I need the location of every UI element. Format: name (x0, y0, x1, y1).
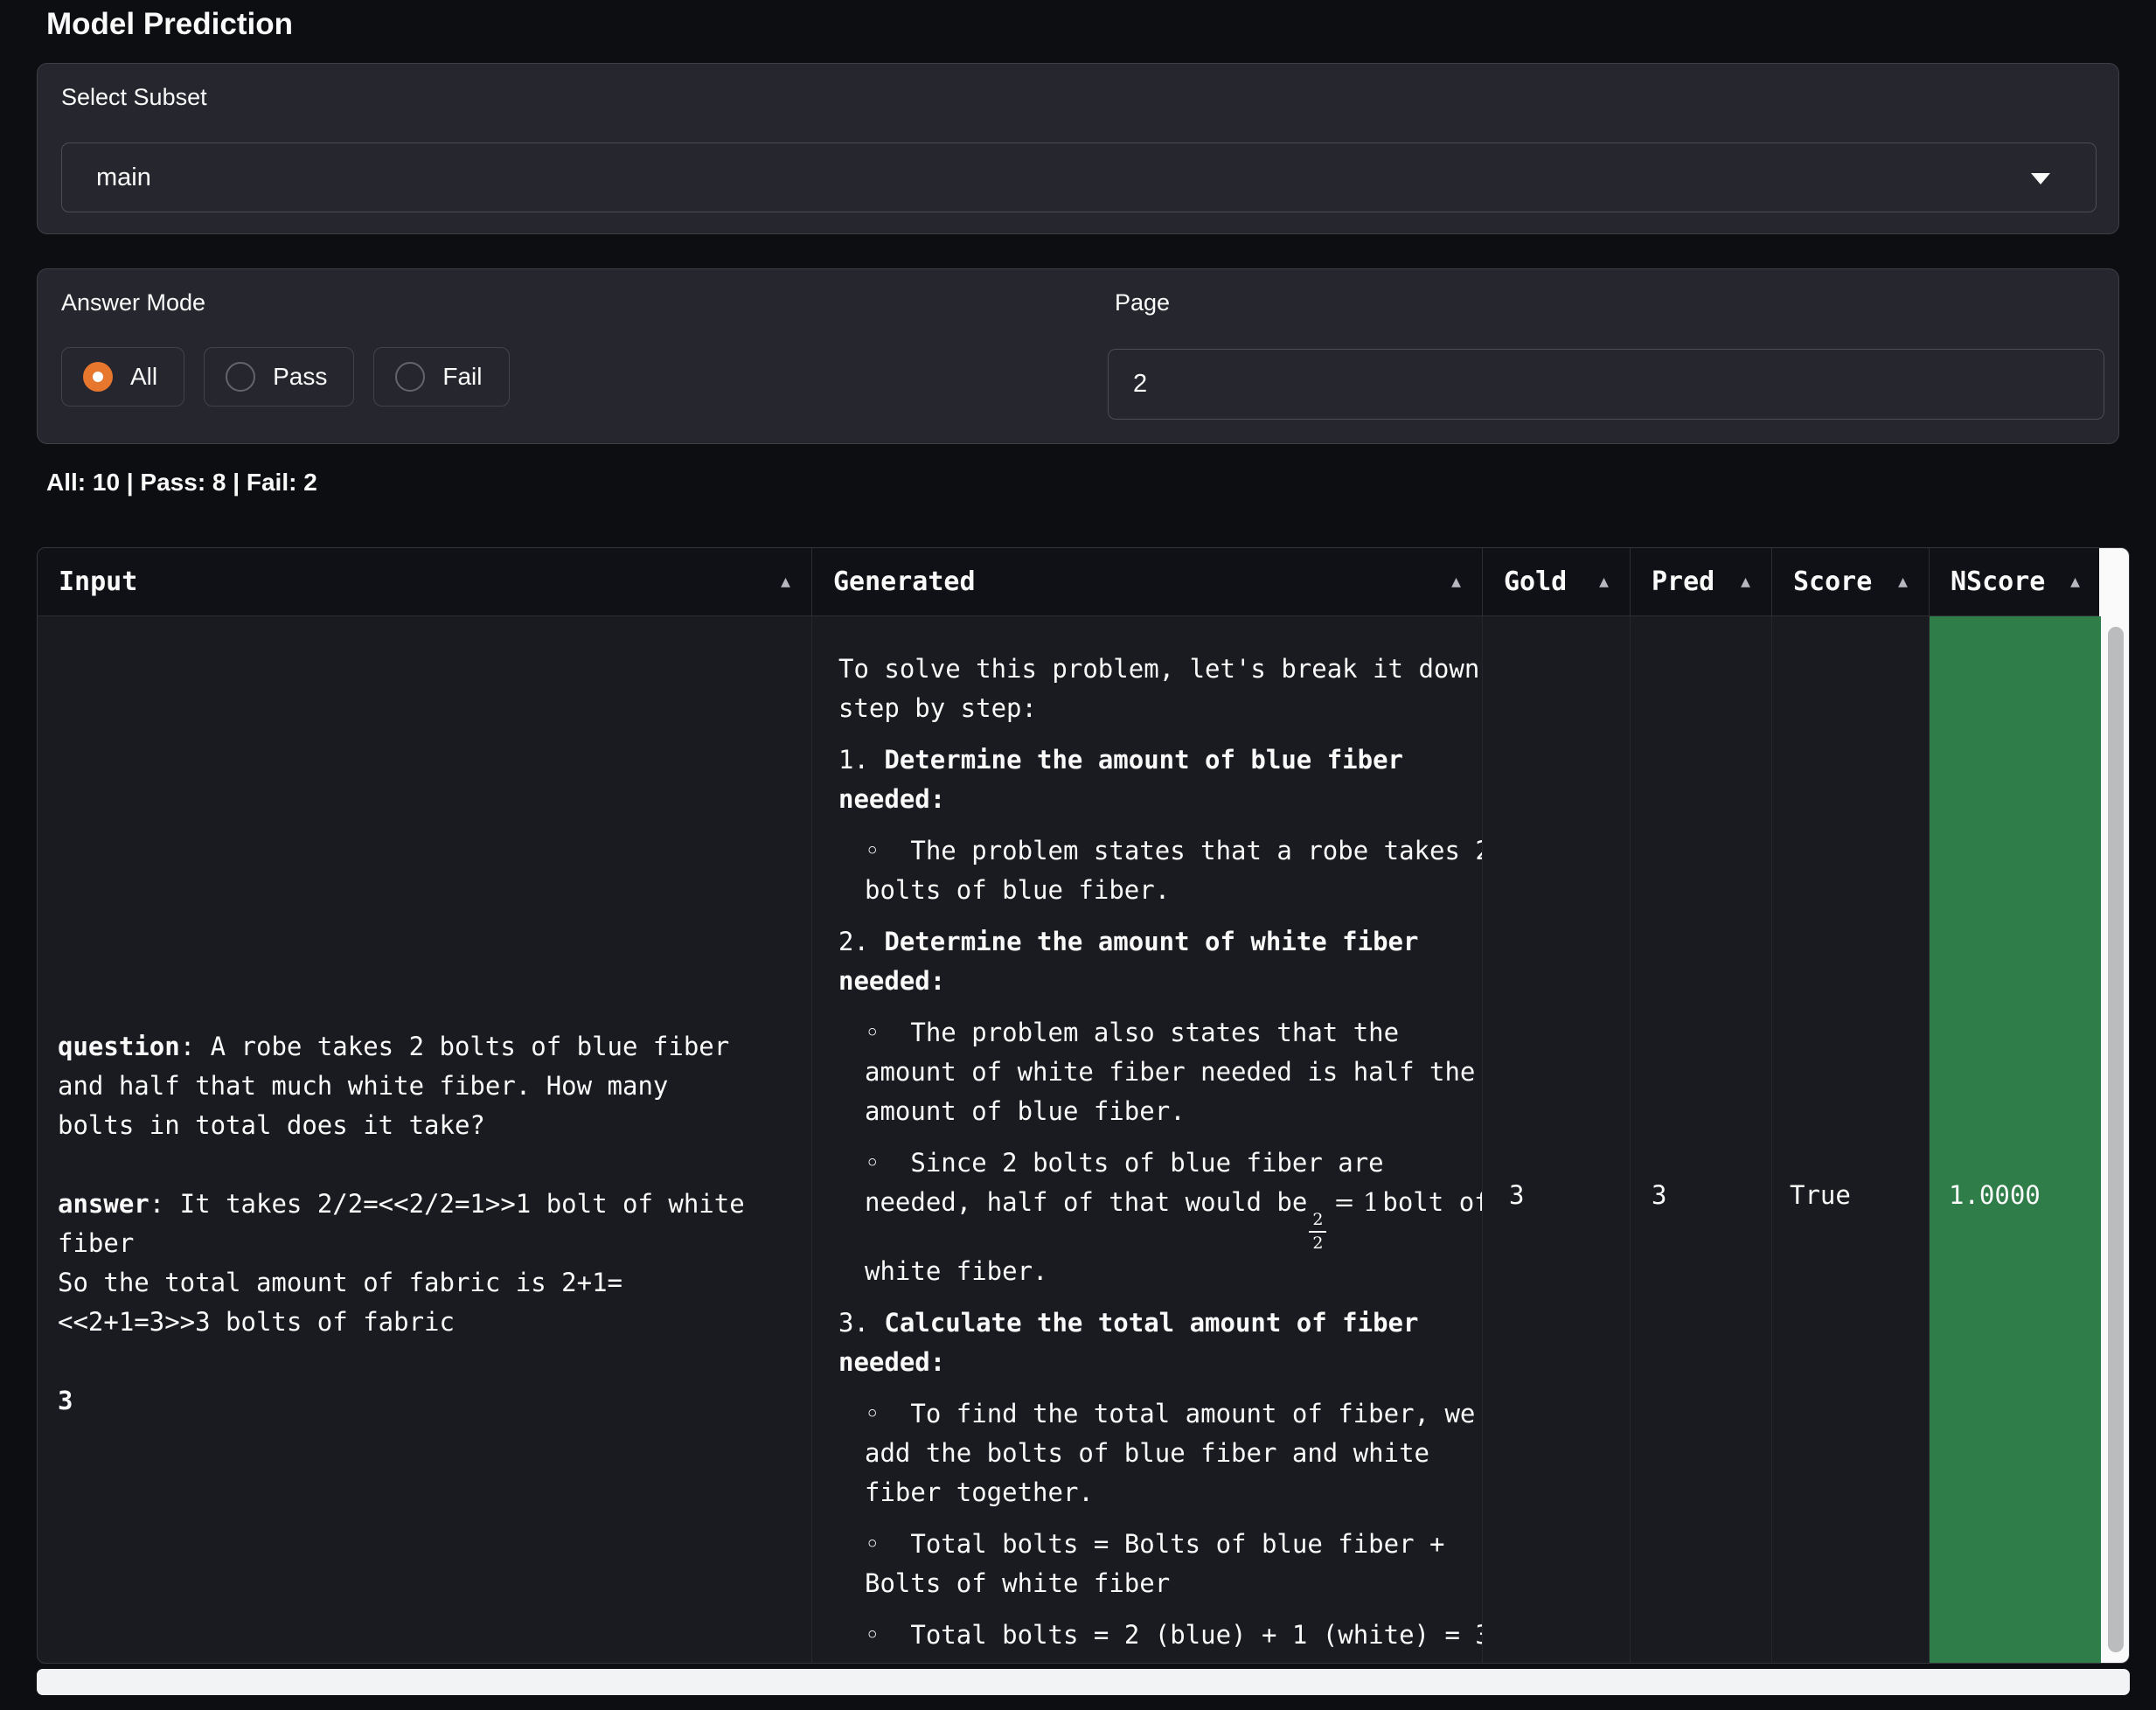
column-header-score[interactable]: Score ▲ (1772, 548, 1930, 616)
cell-input[interactable]: question: A robe takes 2 bolts of blue f… (38, 616, 812, 1663)
vertical-scrollbar-track[interactable] (2099, 548, 2129, 616)
bullet-item-math: Since 2 bolts of blue fiber are needed, … (838, 1143, 1483, 1291)
column-header-label: Generated (833, 567, 976, 597)
controls-panel: Answer Mode All Pass Fail Page 2 (37, 268, 2119, 444)
scrollbar-thumb[interactable] (2108, 627, 2124, 1652)
radio-option-label: All (130, 363, 157, 391)
radio-option-all[interactable]: All (61, 347, 184, 407)
column-header-label: Input (59, 567, 137, 597)
answer-mode-radiogroup: All Pass Fail (61, 347, 510, 407)
fraction: 22 (1309, 1212, 1326, 1252)
step-heading: 3. Calculate the total amount of fiber n… (838, 1303, 1483, 1382)
cell-gold[interactable]: 3 (1483, 616, 1631, 1663)
radio-option-label: Pass (273, 363, 327, 391)
question-label: question (58, 1032, 180, 1061)
subset-panel: Select Subset main (37, 63, 2119, 234)
bullet-item: The problem also states that the amount … (838, 1013, 1483, 1131)
page-input-value: 2 (1133, 370, 1147, 399)
step-heading: 2. Determine the amount of white fiber n… (838, 922, 1483, 1001)
bullet-item: Total bolts = Bolts of blue fiber + Bolt… (838, 1525, 1483, 1603)
subset-select[interactable]: main (61, 142, 2097, 212)
gold-value: 3 (1509, 1180, 1524, 1210)
subset-selected-value: main (96, 163, 151, 192)
question-block: question: A robe takes 2 bolts of blue f… (58, 1027, 754, 1145)
answer-block: answer: It takes 2/2=<<2/2=1>>1 bolt of … (58, 1185, 754, 1342)
column-header-label: Pred (1652, 567, 1714, 597)
answer-mode-label: Answer Mode (61, 289, 205, 316)
sort-icon[interactable]: ▲ (1599, 573, 1609, 591)
radio-unselected-icon (395, 362, 425, 392)
column-header-input[interactable]: Input ▲ (38, 548, 812, 616)
pred-value: 3 (1652, 1180, 1666, 1210)
nscore-value: 1.0000 (1949, 1180, 2041, 1210)
horizontal-scrollbar[interactable] (37, 1669, 2130, 1695)
cell-pred[interactable]: 3 (1631, 616, 1772, 1663)
radio-option-fail[interactable]: Fail (373, 347, 509, 407)
radio-unselected-icon (226, 362, 255, 392)
answer-label: answer (58, 1189, 150, 1219)
sort-icon[interactable]: ▲ (781, 573, 790, 591)
page-input[interactable]: 2 (1108, 349, 2104, 420)
stats-line: All: 10 | Pass: 8 | Fail: 2 (46, 469, 317, 497)
cell-nscore[interactable]: 1.0000 (1930, 616, 2101, 1663)
sort-icon[interactable]: ▲ (1898, 573, 1908, 591)
column-header-label: Score (1793, 567, 1872, 597)
column-header-label: Gold (1504, 567, 1567, 597)
cell-generated[interactable]: To solve this problem, let's break it do… (812, 616, 1483, 1663)
bullet-item: The problem states that a robe takes 2 b… (838, 831, 1483, 910)
sort-icon[interactable]: ▲ (2070, 573, 2080, 591)
step-heading: 1. Determine the amount of blue fiber ne… (838, 740, 1483, 819)
bullet-item: To find the total amount of fiber, we ad… (838, 1394, 1483, 1512)
page-title: Model Prediction (46, 7, 293, 42)
radio-option-pass[interactable]: Pass (204, 347, 354, 407)
sort-icon[interactable]: ▲ (1451, 573, 1461, 591)
radio-selected-icon (83, 362, 113, 392)
table-body-row: question: A robe takes 2 bolts of blue f… (38, 616, 2129, 1663)
bullet-item: Total bolts = 2 (blue) + 1 (white) = 3 b… (838, 1616, 1483, 1663)
chevron-down-icon (2031, 173, 2050, 184)
column-header-generated[interactable]: Generated ▲ (812, 548, 1483, 616)
page-label: Page (1115, 289, 1170, 316)
vertical-scrollbar[interactable] (2101, 616, 2130, 1663)
answer-text-line2: So the total amount of fabric is 2+1= (58, 1263, 754, 1303)
final-answer: 3 (58, 1381, 754, 1421)
column-header-gold[interactable]: Gold ▲ (1483, 548, 1631, 616)
score-value: True (1790, 1180, 1851, 1210)
column-header-nscore[interactable]: NScore ▲ (1930, 548, 2101, 616)
generated-intro: To solve this problem, let's break it do… (838, 650, 1483, 728)
sort-icon[interactable]: ▲ (1741, 573, 1750, 591)
cell-score[interactable]: True (1772, 616, 1930, 1663)
table-header-row: Input ▲ Generated ▲ Gold ▲ Pred ▲ Score … (38, 548, 2129, 616)
answer-text-line3: <<2+1=3>>3 bolts of fabric (58, 1303, 754, 1342)
answer-text: : It takes 2/2=<<2/2=1>>1 bolt of white … (58, 1189, 745, 1258)
prediction-table: Input ▲ Generated ▲ Gold ▲ Pred ▲ Score … (37, 547, 2130, 1664)
radio-option-label: Fail (442, 363, 482, 391)
column-header-label: NScore (1951, 567, 2045, 597)
subset-label: Select Subset (61, 84, 207, 111)
column-header-pred[interactable]: Pred ▲ (1631, 548, 1772, 616)
